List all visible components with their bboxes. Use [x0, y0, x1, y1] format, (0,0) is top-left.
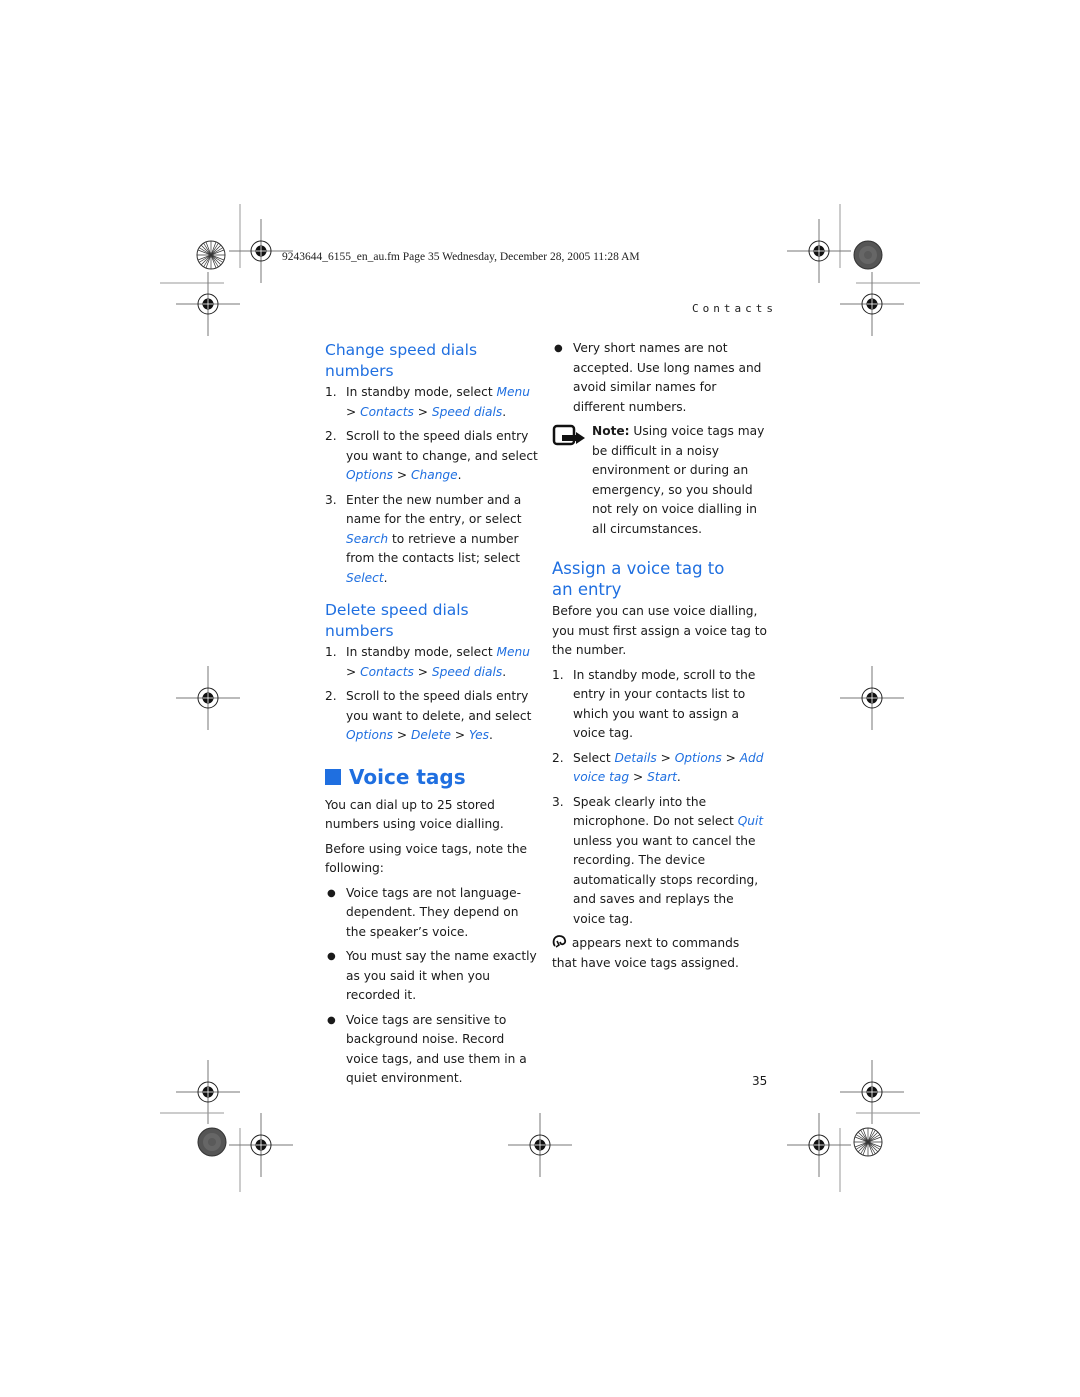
menu-path-item: Quit [737, 814, 764, 828]
step-text: . [502, 664, 507, 679]
step-text: > [721, 750, 740, 765]
right-column: ● Very short names are not accepted. Use … [552, 339, 767, 978]
step-number: 1. [552, 667, 564, 682]
menu-path-item: Options [346, 468, 394, 482]
step-text: > [451, 728, 470, 742]
voice-tags-heading: Voice tags [325, 764, 540, 790]
voice-tag-footer: appears next to commands that have voice… [552, 935, 740, 970]
delete-speed-dials-steps: 1. In standby mode, select Menu > Contact… [325, 643, 540, 746]
menu-path-item: Change [411, 468, 458, 482]
step-text: > [413, 404, 432, 419]
step-text: > [393, 468, 411, 482]
step-item: 3. Speak clearly into the microphone. Do … [552, 793, 767, 930]
section-square-icon [325, 768, 341, 785]
menu-path-item: Select [346, 570, 384, 585]
menu-path-item: Options [346, 728, 394, 742]
step-item: 1. In standby mode, select Menu > Contact… [325, 383, 540, 422]
print-registration-marks [160, 204, 920, 1192]
menu-path-item: Start [647, 770, 677, 784]
menu-path-item: Menu [496, 385, 530, 399]
menu-path-item: Speed dials [431, 404, 503, 419]
menu-path-item: Menu [496, 645, 530, 659]
step-text: > [346, 664, 361, 679]
step-number: 2. [552, 750, 564, 765]
step-text: In standby mode, select [346, 645, 497, 659]
page-number: 35 [752, 1074, 768, 1088]
step-item: 1. In standby mode, select Menu > Contact… [325, 643, 540, 682]
step-number: 2. [325, 429, 337, 443]
step-text: . [502, 404, 507, 419]
bullet-icon: ● [327, 887, 336, 899]
voice-tags-bullets: ● Voice tags are not language-dependent. … [325, 884, 540, 1089]
delete-speed-dials-heading: Delete speed dials numbers [325, 601, 469, 640]
bullet-item: ● Voice tags are not language-dependent. … [327, 885, 522, 939]
voice-tags-title: Voice tags [349, 764, 466, 789]
note-icon [552, 422, 592, 539]
bullet-item: ● You must say the name exactly as you sa… [327, 949, 537, 1002]
left-column: Change speed dials numbers 1. In standby … [325, 340, 540, 1094]
running-title: Contacts [692, 302, 777, 315]
step-text: . [457, 468, 462, 482]
step-text: > [629, 770, 648, 784]
step-text: Enter the new number and a name for the … [346, 492, 522, 527]
step-text: > [656, 750, 675, 765]
assign-intro: Before you can use voice dialling, you m… [552, 604, 768, 657]
step-text: Select [573, 750, 615, 765]
step-number: 1. [325, 645, 337, 659]
note-text: Note: Using voice tags may be difficult … [592, 424, 765, 536]
voice-tags-intro: You can dial up to 25 stored numbers usi… [325, 797, 504, 832]
step-text: Scroll to the speed dials entry you want… [346, 689, 532, 723]
voice-tags-before: Before using voice tags, note the follow… [325, 841, 528, 876]
menu-path-item: Contacts [360, 664, 414, 679]
change-speed-dials-heading: Change speed dials numbers [325, 341, 478, 380]
step-text: > [346, 404, 361, 419]
bullet-item: ● Very short names are not accepted. Use … [554, 341, 762, 414]
assign-voice-tag-heading: Assign a voice tag to an entry [552, 559, 725, 599]
step-text: In standby mode, scroll to the entry in … [573, 667, 756, 741]
step-number: 2. [325, 689, 337, 703]
step-item: 2. Scroll to the speed dials entry you wa… [325, 687, 540, 746]
step-number: 3. [552, 794, 564, 809]
menu-path-item: Search [346, 531, 389, 546]
voice-tag-icon [552, 935, 568, 949]
step-text: Scroll to the speed dials entry you want… [346, 429, 538, 463]
step-item: 2. Select Details > Options > Add voice t… [552, 749, 767, 788]
step-text: Speak clearly into the microphone. Do no… [573, 794, 738, 829]
step-number: 1. [325, 385, 337, 399]
menu-path-item: Contacts [360, 404, 414, 419]
note-box: Note: Using voice tags may be difficult … [552, 422, 767, 539]
step-text: . [488, 728, 493, 742]
bullet-item: ● Voice tags are sensitive to background … [327, 1012, 527, 1086]
step-item: 1. In standby mode, scroll to the entry i… [552, 666, 767, 744]
step-text: > [393, 728, 411, 742]
step-text: . [676, 770, 681, 784]
assign-voice-tag-steps: 1. In standby mode, scroll to the entry i… [552, 666, 767, 930]
step-item: 3. Enter the new number and a name for th… [325, 491, 540, 589]
menu-path-item: Yes [469, 728, 489, 742]
step-number: 3. [325, 492, 337, 507]
change-speed-dials-steps: 1. In standby mode, select Menu > Contact… [325, 383, 540, 588]
step-item: 2. Scroll to the speed dials entry you wa… [325, 427, 540, 486]
menu-path-item: Options [674, 750, 722, 765]
file-info-header: 9243644_6155_en_au.fm Page 35 Wednesday,… [282, 251, 640, 263]
names-bullets: ● Very short names are not accepted. Use … [552, 339, 767, 417]
menu-path-item: Speed dials [431, 664, 503, 679]
step-text: . [383, 570, 388, 585]
step-text: unless you want to cancel the recording.… [573, 833, 759, 926]
step-text: In standby mode, select [346, 385, 497, 399]
bullet-icon: ● [327, 951, 336, 962]
menu-path-item: Delete [411, 728, 452, 742]
menu-path-item: Details [614, 750, 657, 765]
step-text: > [413, 664, 432, 679]
bullet-icon: ● [327, 1014, 336, 1026]
bullet-icon: ● [554, 343, 563, 354]
